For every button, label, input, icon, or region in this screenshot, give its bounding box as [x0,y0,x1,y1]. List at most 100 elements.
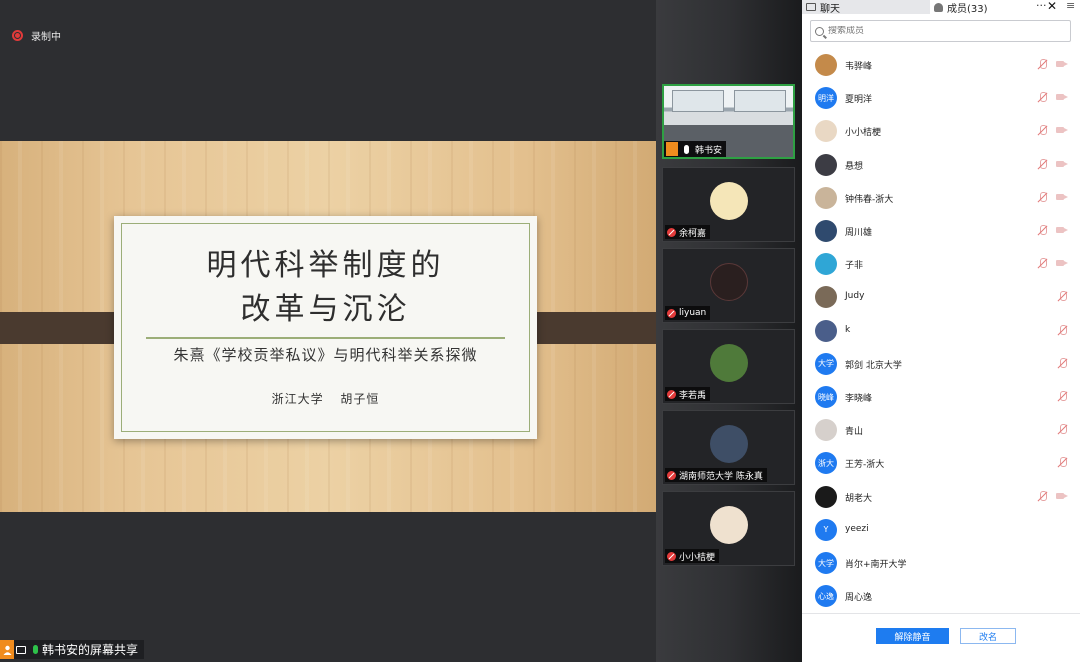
tab-members[interactable]: 成员(33) [930,0,1080,15]
slide-card: 明代科举制度的 改革与沉沦 朱熹《学校贡举私议》与明代科举关系探微 浙江大学 胡… [114,216,537,439]
video-tile-label: 湖南师范大学 陈永真 [665,468,767,482]
camera-off-icon[interactable] [1056,93,1068,101]
slide-title: 明代科举制度的 改革与沉沦 [122,244,529,332]
muted-mic-icon[interactable] [1038,225,1047,236]
member-name: 夏明洋 [845,95,873,106]
chat-icon [806,3,816,11]
member-row[interactable]: 晓峰 李晓峰 [802,380,1080,413]
video-tile[interactable]: 余柯嘉 [662,167,795,242]
camera-off-icon[interactable] [1056,226,1068,234]
muted-mic-icon [667,470,676,480]
unmute-button[interactable]: 解除静音 [876,628,949,644]
camera-off-icon[interactable] [1056,126,1068,134]
member-row[interactable]: 悬想 [802,148,1080,181]
video-tile[interactable]: liyuan [662,248,795,323]
member-row[interactable]: 子非 [802,247,1080,280]
muted-mic-icon[interactable] [1038,59,1047,70]
member-search[interactable] [810,20,1071,42]
tab-chat[interactable]: 聊天 [806,0,930,15]
mic-icon [28,640,42,659]
muted-mic-icon[interactable] [1038,158,1047,170]
search-icon [815,26,824,36]
avatar [709,263,748,301]
avatar [709,182,748,220]
slide-card-border: 明代科举制度的 改革与沉沦 朱熹《学校贡举私议》与明代科举关系探微 浙江大学 胡… [121,223,530,432]
muted-mic-icon [667,389,676,399]
muted-mic-icon[interactable] [1038,490,1047,502]
member-row[interactable]: Judy [802,280,1080,313]
muted-mic-icon[interactable] [1058,424,1067,435]
member-row[interactable]: 小小桔梗 [802,114,1080,147]
member-name: 王芳-浙大 [845,460,885,471]
member-row[interactable]: 青山 [802,413,1080,446]
meeting-window: 录制中 明代科举制度的 改革与沉沦 朱熹《学校贡举私议》与明代科举关系探微 浙江… [0,0,1080,662]
member-name: 子非 [845,261,864,272]
member-name: Judy [845,291,865,302]
muted-mic-icon[interactable] [1038,258,1047,269]
avatar: 心逸 [815,585,837,608]
recording-indicator: 录制中 [12,28,61,43]
panel-tabs: 聊天 成员(33) ··· ✕ ≡ [802,0,1080,15]
more-options-icon[interactable]: ··· [1036,0,1047,12]
menu-icon[interactable]: ≡ [1066,0,1075,12]
rename-button[interactable]: 改名 [960,628,1016,644]
video-tile-label: 李若禹 [665,387,711,401]
avatar [815,186,837,209]
video-tile[interactable]: 韩书安 [662,84,795,159]
video-tile-label: liyuan [665,306,711,320]
avatar: 晓峰 [815,386,837,408]
member-row[interactable]: 明洋 夏明洋 [802,81,1080,114]
member-row[interactable]: 周川雄 [802,214,1080,247]
slide-subtitle: 朱熹《学校贡举私议》与明代科举关系探微 [173,346,478,364]
person-icon [666,142,678,156]
slide-author: 浙江大学 胡子恒 [271,392,380,406]
member-row[interactable]: 韦骅峰 [802,48,1080,81]
muted-mic-icon[interactable] [1038,92,1047,103]
close-icon[interactable]: ✕ [1047,0,1057,13]
member-name: 韦骅峰 [845,62,873,72]
camera-off-icon[interactable] [1056,193,1068,201]
muted-mic-icon [667,308,676,318]
video-tile[interactable]: 李若禹 [662,329,795,404]
member-row[interactable]: 胡老大 [802,480,1080,513]
video-tile-name: liyuan [679,308,707,318]
member-name: yeezi [845,523,869,534]
video-tile-name: 余柯嘉 [679,228,707,239]
video-strip[interactable]: 韩书安 余柯嘉 liyuan 李若禹 湖南师范大学 陈永真 小小桔梗 [656,0,802,662]
member-name: 肖尔+南开大学 [845,560,907,570]
camera-off-icon[interactable] [1056,259,1068,267]
video-tile-label: 韩书安 [664,141,727,157]
muted-mic-icon[interactable] [1058,291,1067,302]
camera-off-icon[interactable] [1056,492,1068,500]
muted-mic-icon[interactable] [1038,125,1047,136]
video-tile-name: 小小桔梗 [679,552,716,563]
video-tile[interactable]: 湖南师范大学 陈永真 [662,410,795,485]
record-icon [12,30,23,41]
member-row[interactable]: 大学 肖尔+南开大学 [802,546,1080,579]
muted-mic-icon[interactable] [1058,324,1067,336]
member-row[interactable]: Yyeezi [802,513,1080,546]
avatar: Y [815,518,837,541]
muted-mic-icon[interactable] [1058,457,1067,468]
camera-off-icon[interactable] [1056,60,1068,68]
presentation-slide: 明代科举制度的 改革与沉沦 朱熹《学校贡举私议》与明代科举关系探微 浙江大学 胡… [0,141,656,512]
muted-mic-icon[interactable] [1058,357,1067,369]
member-row[interactable]: 大学 郭剑 北京大学 [802,347,1080,380]
muted-mic-icon[interactable] [1038,191,1047,203]
member-row[interactable]: 钟伟春-浙大 [802,181,1080,214]
muted-mic-icon[interactable] [1058,391,1067,402]
avatar [815,286,837,309]
search-input[interactable] [828,26,1058,36]
avatar: 明洋 [815,87,837,110]
member-name: 郭剑 北京大学 [845,360,902,371]
tab-members-label: 成员(33) [947,3,988,15]
camera-off-icon[interactable] [1056,160,1068,168]
member-row[interactable]: 浙大 王芳-浙大 [802,446,1080,479]
member-row[interactable]: 心逸 周心逸 [802,579,1080,612]
avatar [815,54,837,76]
avatar [815,120,837,143]
avatar [815,485,837,508]
member-row[interactable]: k [802,314,1080,347]
members-panel: 聊天 成员(33) ··· ✕ ≡ 韦骅峰明洋夏明洋小小桔梗悬想钟伟春-浙大周川… [802,0,1080,662]
video-tile[interactable]: 小小桔梗 [662,491,795,566]
